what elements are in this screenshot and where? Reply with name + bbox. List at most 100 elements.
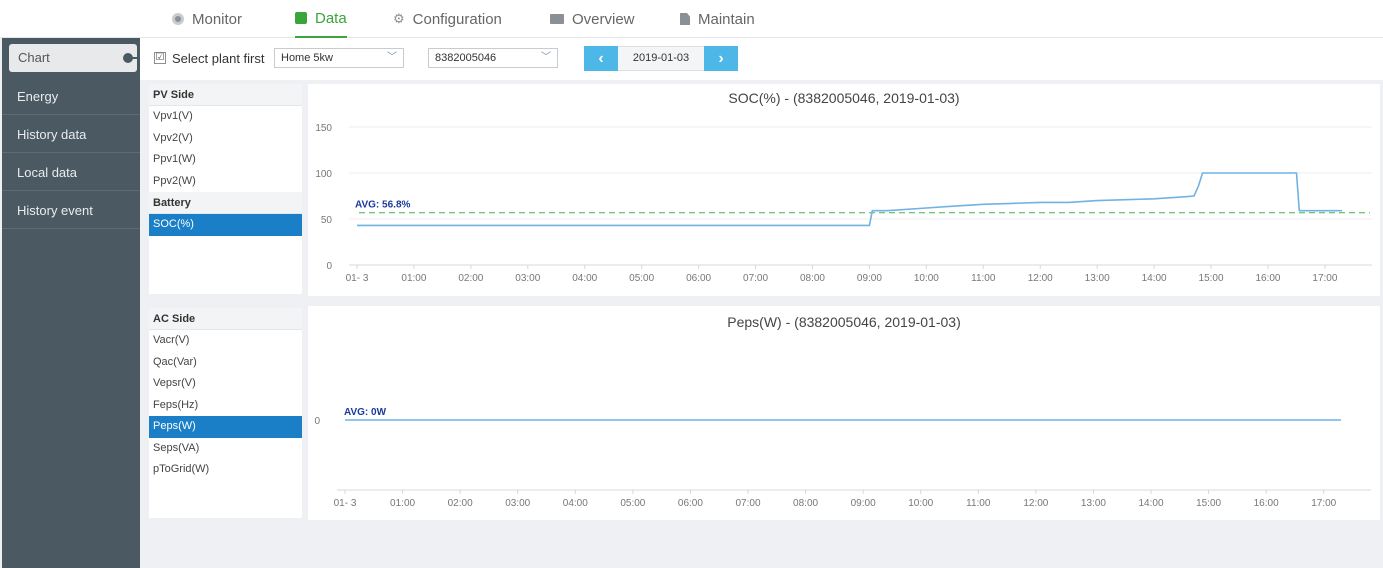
param-seps[interactable]: Seps(VA) [149,438,302,460]
x-tick-label: 15:00 [1196,498,1221,509]
configuration-icon: ⚙ [393,11,405,26]
avg-label: AVG: 0W [344,407,387,418]
x-tick-label: 02:00 [458,273,483,284]
x-tick-label: 14:00 [1138,498,1163,509]
tab-overview[interactable]: Overview [550,0,635,38]
tab-maintain[interactable]: Maintain [680,0,755,38]
x-tick-label: 07:00 [743,273,768,284]
chevron-down-icon: ﹀ [387,52,397,63]
chevron-left-icon: ‹ [598,50,604,67]
ac-side-header: AC Side [149,308,302,330]
y-tick-label: 100 [315,169,332,180]
maintain-icon [680,13,690,25]
x-tick-label: 04:00 [563,498,588,509]
device-select[interactable]: 8382005046 ﹀ [428,48,558,68]
x-tick-label: 13:00 [1081,498,1106,509]
param-ptogrid[interactable]: pToGrid(W) [149,459,302,481]
param-ppv1[interactable]: Ppv1(W) [149,149,302,171]
param-peps[interactable]: Peps(W) [149,416,302,438]
sidebar-item-history-data[interactable]: History data [2,116,140,153]
param-ppv2[interactable]: Ppv2(W) [149,171,302,193]
tab-maintain-label: Maintain [698,10,755,28]
tab-data[interactable]: Data [295,0,347,38]
x-tick-label: 04:00 [572,273,597,284]
data-icon [295,12,307,24]
x-tick-label: 03:00 [515,273,540,284]
chevron-down-icon: ﹀ [541,52,551,63]
x-tick-label: 11:00 [971,273,996,284]
param-vacr[interactable]: Vacr(V) [149,330,302,352]
param-feps[interactable]: Feps(Hz) [149,395,302,417]
next-date-button[interactable]: › [704,46,738,71]
overview-icon [550,14,564,24]
x-tick-label: 06:00 [678,498,703,509]
select-plant-label: Select plant first [172,51,265,66]
device-select-value: 8382005046 [435,52,497,64]
tab-data-label: Data [315,9,347,27]
y-tick-label: 0 [326,261,332,272]
sidebar-item-chart[interactable]: Chart [9,44,141,72]
x-tick-label: 01- 3 [334,498,357,509]
x-tick-label: 08:00 [793,498,818,509]
sidebar-item-chart-label: Chart [18,50,50,65]
plant-select-value: Home 5kw [281,52,333,64]
x-tick-label: 12:00 [1028,273,1053,284]
x-tick-label: 17:00 [1312,273,1337,284]
x-tick-label: 01- 3 [346,273,369,284]
tab-configuration-label: Configuration [412,10,502,28]
plant-select[interactable]: Home 5kw ﹀ [274,48,404,68]
x-tick-label: 07:00 [735,498,760,509]
x-tick-label: 09:00 [857,273,882,284]
prev-date-button[interactable]: ‹ [584,46,618,71]
peps-chart: 0 01- 3 01:00 02:00 03:00 04:00 05:00 06:00 07:0… [314,407,1371,509]
top-nav: Monitor Data ⚙ Configuration Overview Ma… [0,0,1383,38]
x-tick-label: 16:00 [1255,273,1280,284]
pv-side-header: PV Side [149,84,302,106]
param-vpv2[interactable]: Vpv2(V) [149,128,302,150]
peps-chart-panel: Peps(W) - (8382005046, 2019-01-03) 0 01- … [308,306,1380,520]
x-tick-label: 10:00 [914,273,939,284]
y-tick-label: 50 [321,215,333,226]
series-line [357,172,1342,227]
x-tick-label: 01:00 [401,273,426,284]
x-tick-label: 16:00 [1254,498,1279,509]
y-tick-label: 150 [315,123,332,134]
sidebar-item-energy[interactable]: Energy [2,78,140,115]
x-tick-label: 14:00 [1142,273,1167,284]
avg-label: AVG: 56.8% [355,200,410,211]
x-tick-label: 17:00 [1311,498,1336,509]
param-vpv1[interactable]: Vpv1(V) [149,106,302,128]
sidebar: Chart Energy History data Local data His… [2,38,141,568]
battery-header: Battery [149,192,302,214]
x-tick-label: 15:00 [1199,273,1224,284]
y-tick-label: 0 [314,416,320,427]
pv-param-list: PV Side Vpv1(V) Vpv2(V) Ppv1(W) Ppv2(W) … [149,84,302,294]
chevron-right-icon: › [718,50,724,67]
date-field[interactable]: 2019-01-03 [618,46,704,71]
ac-param-list: AC Side Vacr(V) Qac(Var) Vepsr(V) Feps(H… [149,308,302,518]
sidebar-item-history-event[interactable]: History event [2,192,140,229]
tab-monitor-label: Monitor [192,10,243,28]
monitor-icon [172,13,184,25]
param-qac[interactable]: Qac(Var) [149,352,302,374]
x-tick-label: 11:00 [966,498,991,509]
soc-chart-panel: SOC(%) - (8382005046, 2019-01-03) 0 50 100… [308,84,1380,296]
x-tick-label: 03:00 [505,498,530,509]
x-tick-label: 09:00 [851,498,876,509]
param-soc[interactable]: SOC(%) [149,214,302,236]
tab-overview-label: Overview [572,10,635,28]
x-tick-label: 10:00 [908,498,933,509]
x-tick-label: 13:00 [1085,273,1110,284]
x-tick-label: 02:00 [448,498,473,509]
tab-configuration[interactable]: ⚙ Configuration [393,0,502,38]
param-vepsr[interactable]: Vepsr(V) [149,373,302,395]
sidebar-item-local-data[interactable]: Local data [2,154,140,191]
x-tick-label: 12:00 [1023,498,1048,509]
x-tick-label: 01:00 [390,498,415,509]
x-tick-label: 05:00 [620,498,645,509]
select-plant-checkbox[interactable]: ☑ [154,52,166,64]
x-tick-label: 05:00 [629,273,654,284]
x-tick-label: 06:00 [686,273,711,284]
toolbar: ☑ Select plant first Home 5kw ﹀ 83820050… [140,38,1383,80]
tab-monitor[interactable]: Monitor [172,0,242,38]
